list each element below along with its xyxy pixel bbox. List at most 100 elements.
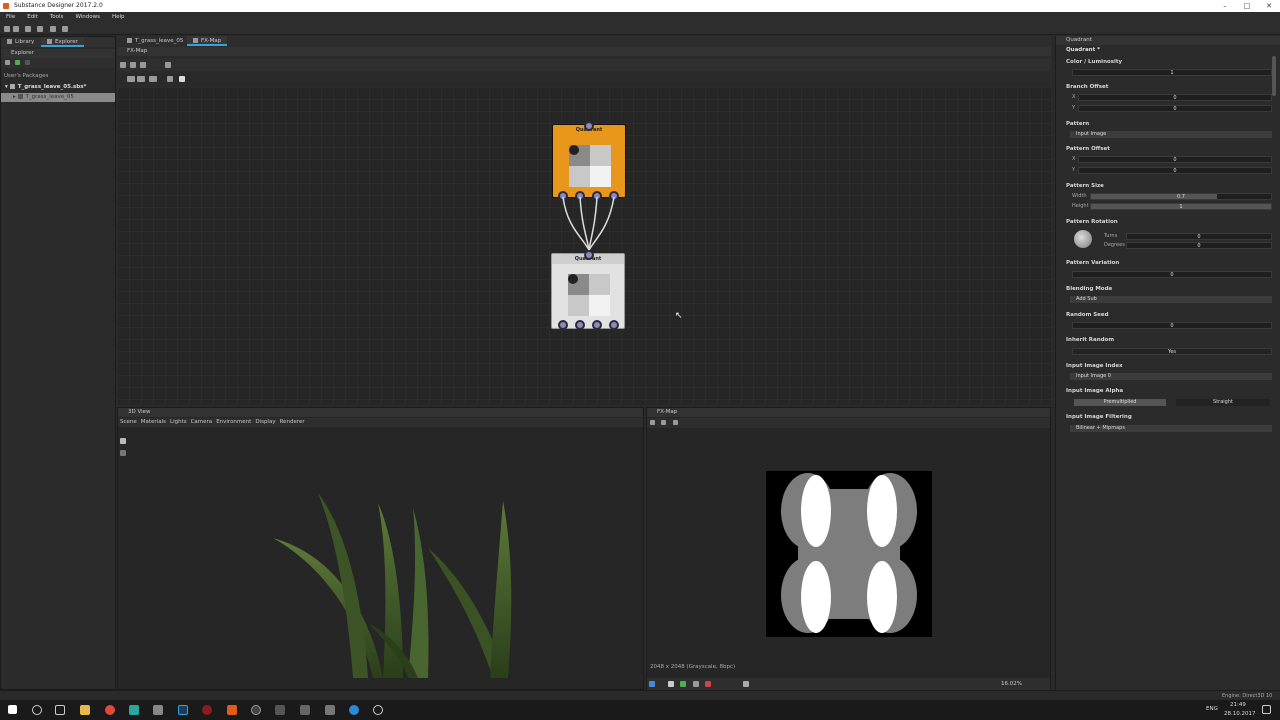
save-all-icon[interactable] (37, 26, 43, 32)
photoshop-icon[interactable] (178, 705, 188, 715)
skype-icon[interactable] (349, 705, 359, 715)
app-3-icon[interactable] (129, 705, 139, 715)
app-11-icon[interactable] (325, 705, 335, 715)
pattern-size-height[interactable]: 1 (1090, 203, 1272, 210)
pattern-dropdown[interactable]: Input Image (1070, 131, 1272, 138)
histogram-icon[interactable] (705, 681, 711, 687)
app-8-icon[interactable] (251, 705, 261, 715)
input-image-filtering-dropdown[interactable]: Bilinear + Mipmaps (1070, 425, 1272, 432)
inherit-random-toggle[interactable]: Yes (1072, 348, 1272, 355)
menu-environment[interactable]: Environment (216, 419, 251, 425)
task-view-icon[interactable] (55, 705, 65, 715)
search-icon[interactable] (32, 705, 42, 715)
select-tool-icon[interactable] (120, 438, 126, 444)
language-indicator[interactable]: ENG (1206, 706, 1218, 712)
branch-offset-x[interactable]: 0 (1078, 94, 1272, 101)
pattern-offset-y[interactable]: 0 (1078, 167, 1272, 174)
input-pin[interactable] (584, 250, 594, 260)
menu-camera[interactable]: Camera (191, 419, 213, 425)
graph-item[interactable]: ▸ T_grass_leave_05 (1, 93, 115, 102)
app-4-icon[interactable] (153, 705, 163, 715)
menu-edit[interactable]: Edit (27, 14, 38, 20)
menu-file[interactable]: File (6, 14, 15, 20)
maximize-button[interactable]: □ (1236, 0, 1258, 12)
frame-icon[interactable] (120, 62, 126, 68)
menu-scene[interactable]: Scene (120, 419, 137, 425)
channel-icon[interactable] (649, 681, 655, 687)
input-image-index-dropdown[interactable]: Input Image 0 (1070, 373, 1272, 380)
undo-icon[interactable] (50, 26, 56, 32)
zoom-icon[interactable] (165, 62, 171, 68)
color-luminosity-slider[interactable]: 1 (1072, 69, 1272, 76)
tab-graph[interactable]: T_grass_leave_05 (121, 36, 189, 46)
play-icon[interactable] (15, 60, 20, 65)
menu-windows[interactable]: Windows (75, 14, 100, 20)
menu-help[interactable]: Help (112, 14, 125, 20)
output-pin-4[interactable] (609, 320, 619, 330)
new-icon[interactable] (4, 26, 10, 32)
substance-designer-icon[interactable] (227, 705, 237, 715)
chrome-icon[interactable] (105, 705, 115, 715)
pattern-variation-slider[interactable]: 0 (1072, 271, 1272, 278)
quadrant-node-bottom[interactable]: Quadrant (551, 253, 625, 329)
input-pin[interactable] (584, 121, 594, 131)
comment-icon[interactable] (167, 76, 173, 82)
node-icon[interactable] (127, 76, 135, 82)
layout-icon[interactable] (130, 62, 136, 68)
green-channel-icon[interactable] (680, 681, 686, 687)
light-tool-icon[interactable] (120, 450, 126, 456)
tab-library[interactable]: Library (1, 37, 40, 47)
alpha-premultiplied-button[interactable]: Premultiplied (1074, 399, 1166, 406)
props-scrollbar[interactable] (1272, 56, 1276, 96)
clock-time[interactable]: 21:49 (1230, 702, 1246, 708)
quadrant-node-top[interactable]: Quadrant (552, 124, 626, 198)
menu-tools[interactable]: Tools (50, 14, 64, 20)
redo-icon[interactable] (62, 26, 68, 32)
rotation-turns[interactable]: 0 (1126, 233, 1272, 240)
alpha-straight-button[interactable]: Straight (1176, 399, 1270, 406)
save-icon[interactable] (25, 26, 31, 32)
branch-offset-y[interactable]: 0 (1078, 105, 1272, 112)
pattern-offset-x[interactable]: 0 (1078, 156, 1272, 163)
new-package-icon[interactable] (5, 60, 10, 65)
notifications-icon[interactable] (1262, 705, 1271, 714)
minimize-button[interactable]: – (1214, 0, 1236, 12)
app-9-icon[interactable] (275, 705, 285, 715)
pattern-size-width[interactable]: 0.7 (1090, 193, 1272, 200)
pattern-rotation-label: Pattern Rotation (1066, 219, 1118, 225)
windows-start-icon[interactable] (8, 705, 17, 714)
rgb-icon[interactable] (668, 681, 674, 687)
menu-lights[interactable]: Lights (170, 419, 187, 425)
grid-icon[interactable] (140, 62, 146, 68)
rotation-degrees[interactable]: 0 (1126, 242, 1272, 249)
tab-explorer[interactable]: Explorer (41, 37, 84, 47)
app-6-icon[interactable] (202, 705, 212, 715)
output-pin-1[interactable] (558, 320, 568, 330)
tool-icon[interactable] (25, 60, 30, 65)
rotation-dial[interactable] (1074, 230, 1092, 248)
app-13-icon[interactable] (373, 705, 383, 715)
menu-display[interactable]: Display (255, 419, 275, 425)
random-seed-slider[interactable]: 0 (1072, 322, 1272, 329)
frame-node-icon[interactable] (179, 76, 185, 82)
package-item[interactable]: ▾ T_grass_leave_05.sbs* (1, 83, 115, 92)
tab-fxmap[interactable]: FX-Map (187, 36, 228, 46)
save-image-icon[interactable] (661, 420, 666, 425)
alpha-icon[interactable] (743, 681, 749, 687)
clock-date[interactable]: 28.10.2017 (1224, 711, 1256, 717)
output-pin-3[interactable] (592, 320, 602, 330)
file-explorer-icon[interactable] (80, 705, 90, 715)
output-pin-2[interactable] (575, 320, 585, 330)
export-icon[interactable] (673, 420, 678, 425)
copy-icon[interactable] (650, 420, 655, 425)
menu-materials[interactable]: Materials (141, 419, 166, 425)
switch-icon[interactable] (149, 76, 157, 82)
close-button[interactable]: ✕ (1258, 0, 1280, 12)
app-10-icon[interactable] (300, 705, 310, 715)
blending-mode-dropdown[interactable]: Add Sub (1070, 296, 1272, 303)
open-icon[interactable] (13, 26, 19, 32)
quadrant-icon[interactable] (137, 76, 145, 82)
tile-icon[interactable] (693, 681, 699, 687)
graph-canvas[interactable]: Quadrant Quadrant ↖ (117, 87, 1051, 405)
menu-renderer[interactable]: Renderer (280, 419, 305, 425)
